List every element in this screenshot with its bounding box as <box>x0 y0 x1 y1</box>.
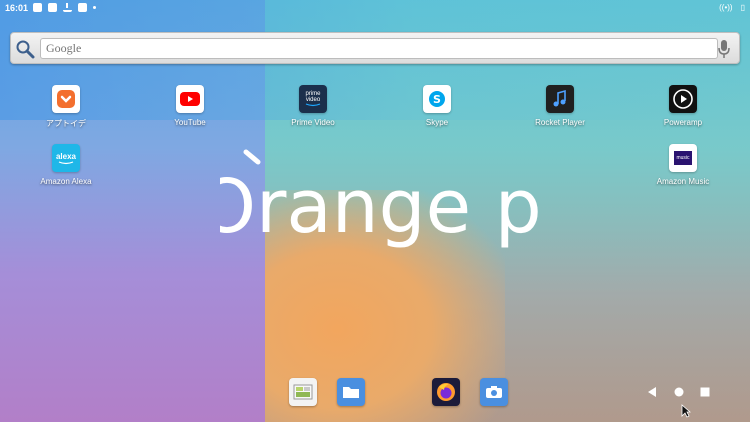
download-icon <box>63 3 73 12</box>
app-label: Poweramp <box>663 118 703 127</box>
app-label: Amazon Alexa <box>40 177 92 186</box>
app-label: Skype <box>425 118 449 127</box>
app-label: YouTube <box>174 118 206 127</box>
status-time: 16:01 <box>5 2 29 13</box>
firefox-icon <box>437 383 455 401</box>
svg-text:Orange pi: Orange pi <box>220 164 540 250</box>
battery-icon: ▯ <box>740 3 745 12</box>
app-youtube[interactable]: YouTube <box>145 85 235 127</box>
svg-text:S: S <box>433 93 441 106</box>
dock-gallery[interactable] <box>289 378 317 406</box>
prime-video-icon: prime video <box>299 85 327 113</box>
poweramp-icon <box>669 85 697 113</box>
home-icon[interactable] <box>673 386 685 398</box>
orange-pi-logo: Orange pi <box>220 149 540 250</box>
mic-icon[interactable] <box>717 39 731 59</box>
alexa-icon: alexa <box>52 144 80 172</box>
dock-firefox[interactable] <box>432 378 460 406</box>
app-amazon-music[interactable]: music Amazon Music <box>638 144 728 186</box>
files-icon <box>343 387 359 398</box>
mouse-cursor-icon <box>681 404 691 418</box>
search-icon[interactable] <box>15 39 35 59</box>
app-label: アプトイデ <box>46 119 86 128</box>
app-prime-video[interactable]: prime video Prime Video <box>268 85 358 127</box>
shield-app-icon <box>33 3 43 12</box>
app-poweramp[interactable]: Poweramp <box>638 85 728 127</box>
search-widget[interactable] <box>10 32 740 64</box>
app-label: Prime Video <box>291 118 335 127</box>
box-x-icon <box>48 3 58 12</box>
amazon-music-icon: music <box>669 144 697 172</box>
app-skype[interactable]: S Skype <box>392 85 482 127</box>
app-amazon-alexa[interactable]: alexa Amazon Alexa <box>21 144 111 186</box>
dock-camera[interactable] <box>480 378 508 406</box>
back-icon[interactable] <box>646 386 658 398</box>
dock-files[interactable] <box>337 378 365 406</box>
file-icon <box>78 3 88 12</box>
aptoide-icon <box>52 85 80 113</box>
gallery-icon <box>293 384 313 400</box>
wifi-signal-icon: ((•)) <box>719 3 733 12</box>
camera-icon <box>486 386 502 398</box>
app-rocket-player[interactable]: Rocket Player <box>515 85 605 127</box>
skype-icon: S <box>423 85 451 113</box>
app-label: Amazon Music <box>656 177 710 186</box>
app-aptoide[interactable]: アプトイデ <box>21 85 111 129</box>
recents-icon[interactable] <box>699 386 711 398</box>
status-bar: 16:01 ((•)) ▯ <box>0 0 750 15</box>
app-label: Rocket Player <box>535 118 585 127</box>
rocket-player-icon <box>546 85 574 113</box>
search-input[interactable] <box>40 38 718 59</box>
dot-icon <box>93 6 97 9</box>
youtube-icon <box>176 85 204 113</box>
